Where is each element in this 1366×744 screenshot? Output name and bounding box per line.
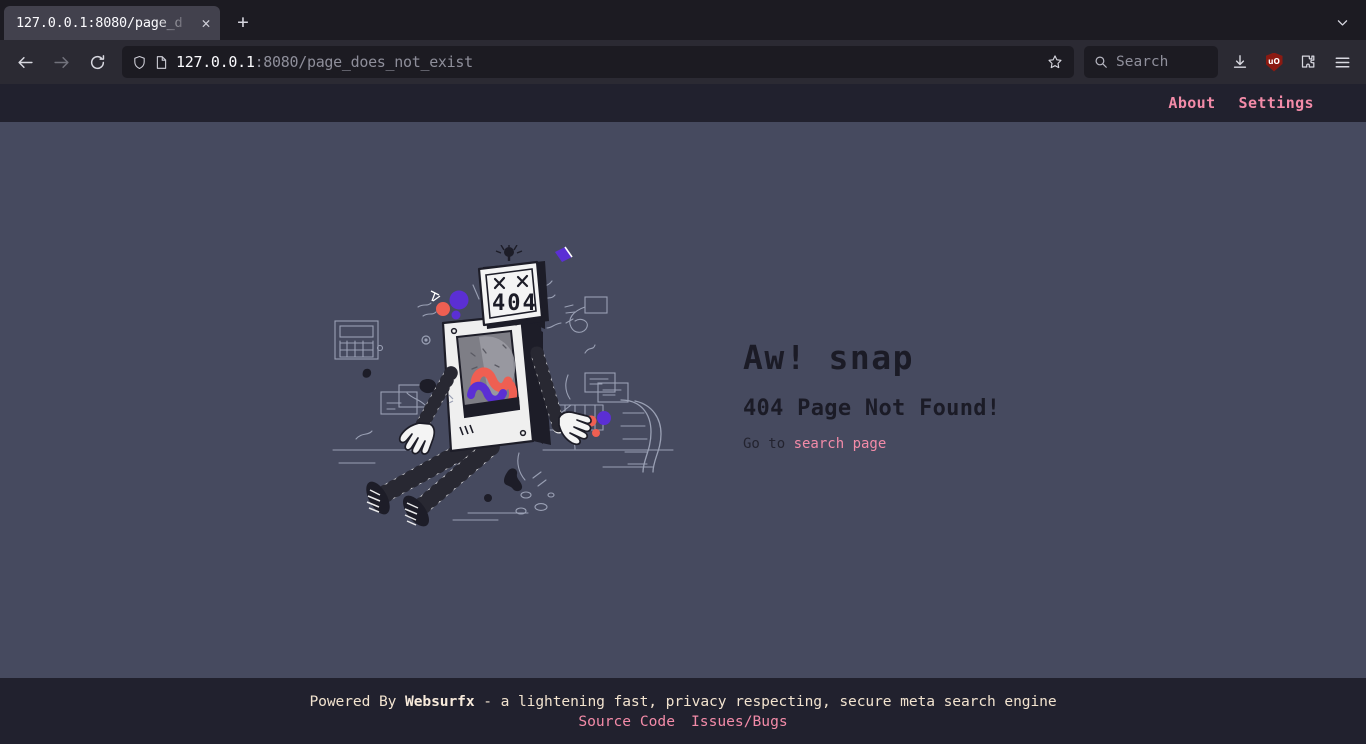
- search-placeholder: Search: [1116, 54, 1169, 70]
- reload-button[interactable]: [80, 46, 114, 78]
- site-footer: Powered By Websurfx - a lightening fast,…: [0, 678, 1366, 744]
- svg-text:404: 404: [492, 291, 538, 316]
- footer-prefix: Powered By: [309, 692, 406, 710]
- download-icon[interactable]: [1224, 46, 1256, 78]
- back-button[interactable]: [8, 46, 42, 78]
- error-heading: Aw! snap: [743, 338, 914, 378]
- star-icon[interactable]: [1042, 49, 1068, 75]
- chevron-down-icon[interactable]: [1328, 8, 1356, 36]
- ublock-label: uO: [1268, 57, 1280, 67]
- footer-suffix: - a lightening fast, privacy respecting,…: [474, 692, 1057, 710]
- url-host: 127.0.0.1: [176, 53, 255, 71]
- footer-brand: Websurfx: [405, 692, 475, 710]
- error-subheading: 404 Page Not Found!: [743, 395, 1001, 421]
- footer-link-issues-bugs[interactable]: Issues/Bugs: [691, 713, 788, 730]
- browser-toolbar: 127.0.0.1:8080/page_does_not_exist Searc…: [0, 40, 1366, 84]
- toolbar-icons: uO: [1224, 46, 1358, 78]
- site-navigation: About Settings: [0, 84, 1366, 122]
- error-hint: Go to search page: [743, 436, 1043, 452]
- nav-link-about[interactable]: About: [1168, 94, 1215, 112]
- new-tab-button[interactable]: +: [228, 7, 258, 37]
- footer-link-source-code[interactable]: Source Code: [578, 713, 675, 730]
- search-bar[interactable]: Search: [1084, 46, 1218, 78]
- error-content: 404 Aw! snap 404 Page Not Found! Go to s…: [0, 122, 1366, 678]
- search-icon: [1094, 55, 1108, 69]
- footer-links: Source Code Issues/Bugs: [578, 713, 787, 730]
- broken-robot-404-illustration: 404: [323, 242, 683, 545]
- url-path: :8080/page_does_not_exist: [254, 53, 474, 71]
- footer-tagline: Powered By Websurfx - a lightening fast,…: [309, 693, 1056, 710]
- address-bar[interactable]: 127.0.0.1:8080/page_does_not_exist: [122, 46, 1074, 78]
- tab-title: 127.0.0.1:8080/page_d: [16, 15, 183, 31]
- browser-tab[interactable]: 127.0.0.1:8080/page_d ✕: [4, 6, 220, 40]
- page-icon: [154, 55, 169, 70]
- tab-strip: 127.0.0.1:8080/page_d ✕ +: [0, 0, 1366, 40]
- close-icon[interactable]: ✕: [196, 13, 216, 33]
- url-text: 127.0.0.1:8080/page_does_not_exist: [176, 53, 1035, 71]
- nav-link-settings[interactable]: Settings: [1239, 94, 1314, 112]
- search-page-link[interactable]: search page: [794, 436, 887, 452]
- error-text-block: Aw! snap 404 Page Not Found! Go to searc…: [743, 338, 1043, 452]
- shield-icon[interactable]: [132, 55, 147, 70]
- error-hint-prefix: Go to: [743, 435, 794, 452]
- forward-button[interactable]: [44, 46, 78, 78]
- web-page: About Settings 404 Aw! snap 404 Page Not…: [0, 84, 1366, 744]
- extensions-puzzle-icon[interactable]: [1292, 46, 1324, 78]
- ublock-shield-icon[interactable]: uO: [1258, 46, 1290, 78]
- hamburger-menu-icon[interactable]: [1326, 46, 1358, 78]
- browser-window: 127.0.0.1:8080/page_d ✕ + 127.0.0.1:8080…: [0, 0, 1366, 744]
